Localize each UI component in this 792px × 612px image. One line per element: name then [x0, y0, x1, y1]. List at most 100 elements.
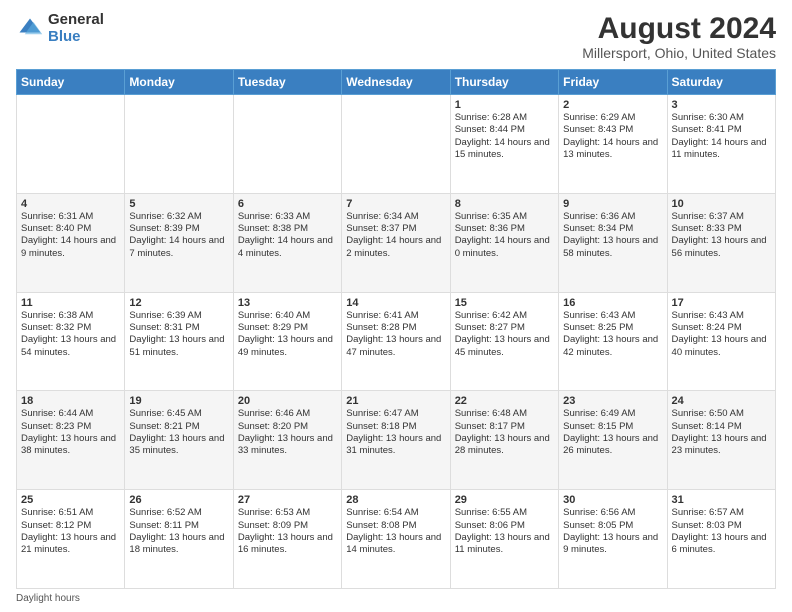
day-info: Sunrise: 6:51 AM [21, 507, 120, 519]
day-info: Sunrise: 6:36 AM [563, 211, 662, 223]
day-info: Sunset: 8:14 PM [672, 421, 771, 433]
logo-icon [16, 15, 44, 43]
day-info: Daylight: 13 hours and 47 minutes. [346, 334, 445, 359]
day-number: 24 [672, 395, 771, 407]
day-info: Sunrise: 6:47 AM [346, 408, 445, 420]
day-number: 19 [129, 395, 228, 407]
day-info: Sunrise: 6:34 AM [346, 211, 445, 223]
day-info: Daylight: 13 hours and 35 minutes. [129, 433, 228, 458]
day-number: 20 [238, 395, 337, 407]
day-header-tuesday: Tuesday [233, 70, 341, 95]
day-number: 18 [21, 395, 120, 407]
day-info: Sunrise: 6:30 AM [672, 112, 771, 124]
day-info: Sunrise: 6:37 AM [672, 211, 771, 223]
day-number: 3 [672, 99, 771, 111]
day-info: Daylight: 13 hours and 16 minutes. [238, 532, 337, 557]
day-info: Daylight: 14 hours and 15 minutes. [455, 137, 554, 162]
logo-general: General [48, 12, 104, 29]
day-info: Sunset: 8:15 PM [563, 421, 662, 433]
logo-text: General Blue [48, 12, 104, 45]
calendar-cell: 14Sunrise: 6:41 AMSunset: 8:28 PMDayligh… [342, 292, 450, 391]
calendar-cell: 30Sunrise: 6:56 AMSunset: 8:05 PMDayligh… [559, 490, 667, 589]
day-info: Sunset: 8:11 PM [129, 520, 228, 532]
footer-text: Daylight hours [16, 593, 80, 604]
day-info: Sunset: 8:06 PM [455, 520, 554, 532]
calendar-cell: 6Sunrise: 6:33 AMSunset: 8:38 PMDaylight… [233, 193, 341, 292]
day-info: Sunrise: 6:39 AM [129, 310, 228, 322]
day-info: Sunrise: 6:42 AM [455, 310, 554, 322]
day-info: Daylight: 13 hours and 51 minutes. [129, 334, 228, 359]
day-info: Sunrise: 6:56 AM [563, 507, 662, 519]
day-info: Sunset: 8:33 PM [672, 223, 771, 235]
day-number: 29 [455, 494, 554, 506]
page-title: August 2024 [582, 12, 776, 45]
day-info: Sunrise: 6:35 AM [455, 211, 554, 223]
day-number: 15 [455, 297, 554, 309]
day-info: Daylight: 14 hours and 2 minutes. [346, 235, 445, 260]
day-info: Daylight: 13 hours and 14 minutes. [346, 532, 445, 557]
calendar-cell [233, 95, 341, 194]
day-info: Daylight: 13 hours and 58 minutes. [563, 235, 662, 260]
calendar-cell: 18Sunrise: 6:44 AMSunset: 8:23 PMDayligh… [17, 391, 125, 490]
day-info: Daylight: 13 hours and 31 minutes. [346, 433, 445, 458]
calendar-week-row: 1Sunrise: 6:28 AMSunset: 8:44 PMDaylight… [17, 95, 776, 194]
day-info: Daylight: 13 hours and 9 minutes. [563, 532, 662, 557]
day-info: Sunset: 8:08 PM [346, 520, 445, 532]
day-info: Sunset: 8:05 PM [563, 520, 662, 532]
day-info: Sunrise: 6:49 AM [563, 408, 662, 420]
day-number: 10 [672, 198, 771, 210]
day-info: Sunset: 8:44 PM [455, 124, 554, 136]
day-header-saturday: Saturday [667, 70, 775, 95]
header: General Blue August 2024 Millersport, Oh… [16, 12, 776, 61]
day-info: Sunset: 8:41 PM [672, 124, 771, 136]
day-info: Sunrise: 6:43 AM [672, 310, 771, 322]
calendar-body: 1Sunrise: 6:28 AMSunset: 8:44 PMDaylight… [17, 95, 776, 589]
day-number: 16 [563, 297, 662, 309]
day-header-wednesday: Wednesday [342, 70, 450, 95]
calendar-cell: 11Sunrise: 6:38 AMSunset: 8:32 PMDayligh… [17, 292, 125, 391]
day-info: Sunrise: 6:55 AM [455, 507, 554, 519]
calendar-week-row: 25Sunrise: 6:51 AMSunset: 8:12 PMDayligh… [17, 490, 776, 589]
day-number: 11 [21, 297, 120, 309]
calendar-cell: 8Sunrise: 6:35 AMSunset: 8:36 PMDaylight… [450, 193, 558, 292]
day-info: Sunrise: 6:53 AM [238, 507, 337, 519]
calendar-cell: 4Sunrise: 6:31 AMSunset: 8:40 PMDaylight… [17, 193, 125, 292]
calendar-cell: 19Sunrise: 6:45 AMSunset: 8:21 PMDayligh… [125, 391, 233, 490]
calendar-table: SundayMondayTuesdayWednesdayThursdayFrid… [16, 69, 776, 589]
day-number: 7 [346, 198, 445, 210]
day-info: Sunset: 8:24 PM [672, 322, 771, 334]
day-info: Daylight: 13 hours and 11 minutes. [455, 532, 554, 557]
day-info: Daylight: 13 hours and 56 minutes. [672, 235, 771, 260]
day-info: Sunrise: 6:40 AM [238, 310, 337, 322]
day-number: 26 [129, 494, 228, 506]
day-info: Sunset: 8:34 PM [563, 223, 662, 235]
calendar-cell: 25Sunrise: 6:51 AMSunset: 8:12 PMDayligh… [17, 490, 125, 589]
calendar-cell: 28Sunrise: 6:54 AMSunset: 8:08 PMDayligh… [342, 490, 450, 589]
day-info: Sunset: 8:09 PM [238, 520, 337, 532]
calendar-cell: 27Sunrise: 6:53 AMSunset: 8:09 PMDayligh… [233, 490, 341, 589]
day-info: Sunset: 8:17 PM [455, 421, 554, 433]
day-info: Sunset: 8:21 PM [129, 421, 228, 433]
day-info: Daylight: 13 hours and 40 minutes. [672, 334, 771, 359]
calendar-cell: 7Sunrise: 6:34 AMSunset: 8:37 PMDaylight… [342, 193, 450, 292]
day-number: 14 [346, 297, 445, 309]
day-number: 5 [129, 198, 228, 210]
day-info: Sunset: 8:20 PM [238, 421, 337, 433]
day-info: Sunrise: 6:38 AM [21, 310, 120, 322]
calendar-cell: 3Sunrise: 6:30 AMSunset: 8:41 PMDaylight… [667, 95, 775, 194]
day-info: Sunrise: 6:33 AM [238, 211, 337, 223]
day-number: 6 [238, 198, 337, 210]
calendar-cell: 21Sunrise: 6:47 AMSunset: 8:18 PMDayligh… [342, 391, 450, 490]
day-info: Sunrise: 6:48 AM [455, 408, 554, 420]
day-info: Sunset: 8:37 PM [346, 223, 445, 235]
calendar-cell: 26Sunrise: 6:52 AMSunset: 8:11 PMDayligh… [125, 490, 233, 589]
day-info: Sunset: 8:28 PM [346, 322, 445, 334]
day-number: 23 [563, 395, 662, 407]
day-info: Daylight: 14 hours and 9 minutes. [21, 235, 120, 260]
day-info: Sunset: 8:32 PM [21, 322, 120, 334]
calendar-header: SundayMondayTuesdayWednesdayThursdayFrid… [17, 70, 776, 95]
day-header-friday: Friday [559, 70, 667, 95]
day-info: Sunset: 8:39 PM [129, 223, 228, 235]
day-info: Sunrise: 6:52 AM [129, 507, 228, 519]
day-info: Sunset: 8:31 PM [129, 322, 228, 334]
